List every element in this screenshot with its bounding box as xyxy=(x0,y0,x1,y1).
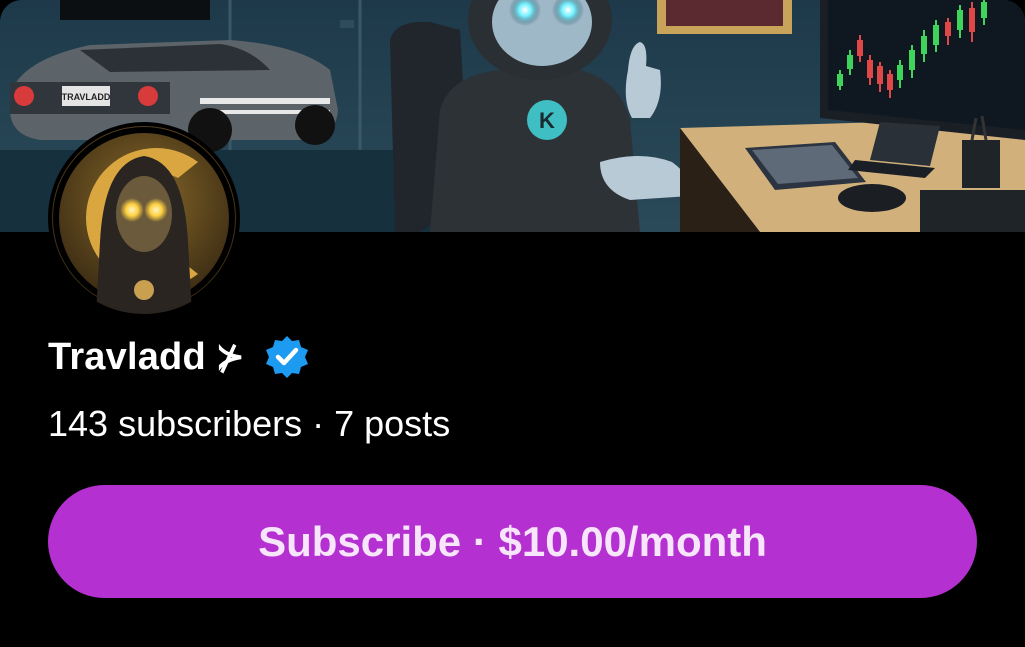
subscriber-post-count: 143 subscribers · 7 posts xyxy=(48,403,451,444)
profile-avatar[interactable] xyxy=(48,122,240,314)
profile-name: Travladd xyxy=(48,335,206,378)
svg-text:K: K xyxy=(539,108,555,133)
verified-badge-icon xyxy=(266,336,309,378)
creator-subscription-card: TRAVLADD K Travladd ⊁ 143 subscribers · … xyxy=(0,0,1025,647)
svg-text:TRAVLADD: TRAVLADD xyxy=(62,92,111,102)
subscribe-button-label: Subscribe · $10.00/month xyxy=(258,517,767,565)
profile-name-row: Travladd ⊁ xyxy=(48,334,310,380)
avatar-image xyxy=(52,126,236,314)
subscribe-button[interactable]: Subscribe · $10.00/month xyxy=(48,485,977,598)
name-emoji-glyph: ⊁ xyxy=(215,338,245,376)
